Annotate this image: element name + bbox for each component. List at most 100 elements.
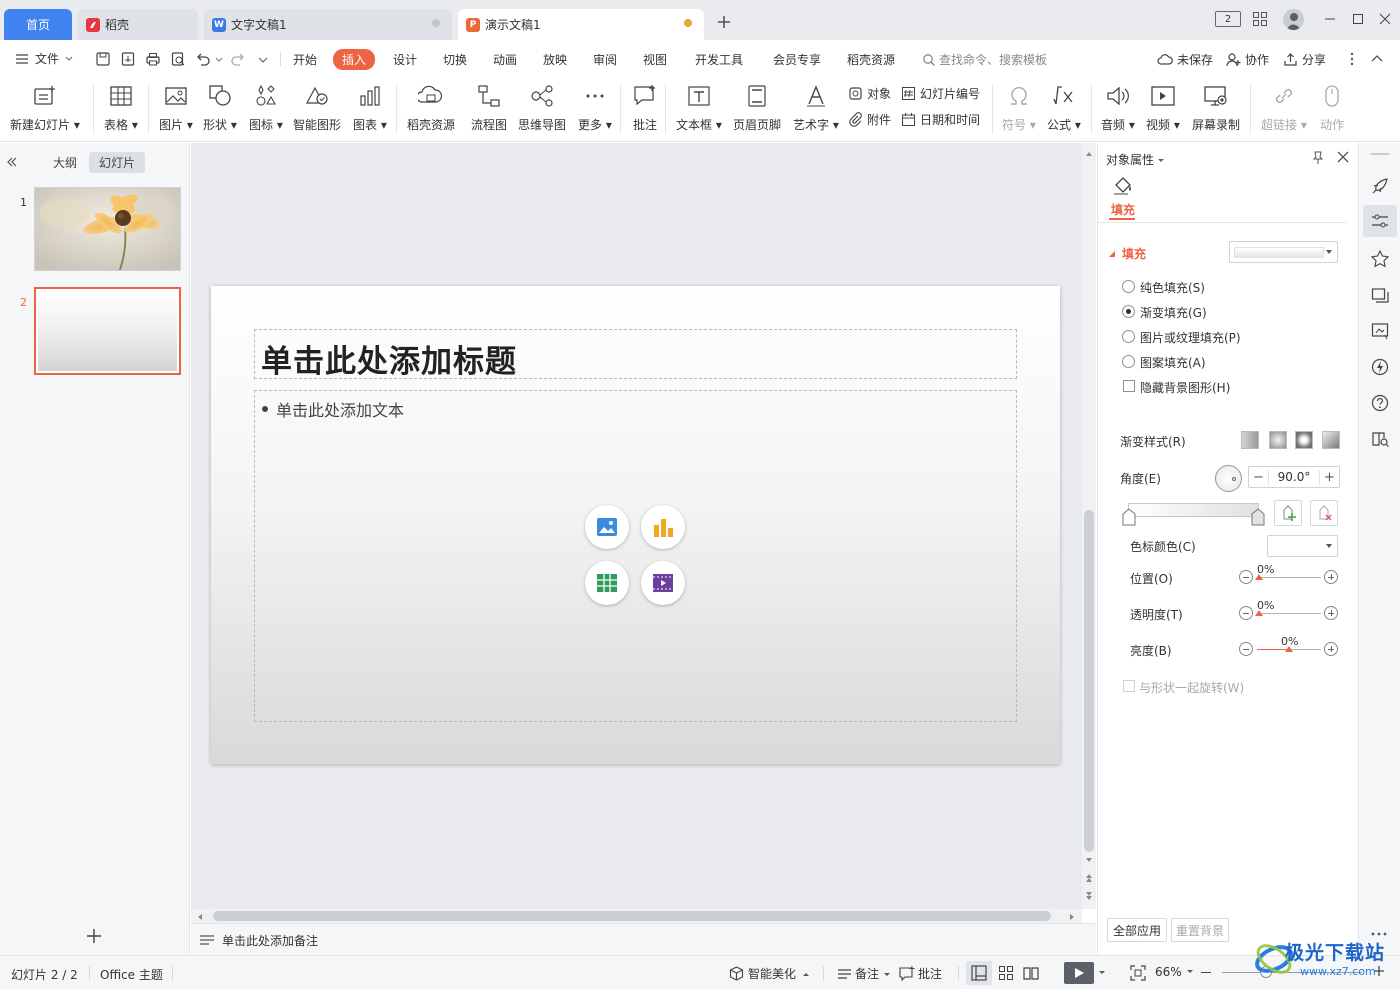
horizontal-scroll-thumb[interactable] <box>213 911 1051 921</box>
scroll-left-icon[interactable] <box>197 913 203 921</box>
wordart-button[interactable]: 艺术字 ▾ <box>793 82 839 133</box>
smart-beautify-icon[interactable] <box>1371 322 1389 340</box>
new-tab-icon[interactable] <box>716 14 732 30</box>
zoom-out-icon[interactable] <box>1201 972 1211 973</box>
hyperlink-button[interactable]: 超链接 ▾ <box>1261 82 1307 133</box>
insert-chart-button[interactable] <box>641 505 685 549</box>
smart-beautify-button[interactable]: 智能美化 <box>729 965 810 982</box>
mindmap-button[interactable]: 思维导图 <box>518 82 566 133</box>
maximize-icon[interactable] <box>1351 12 1365 26</box>
print-preview-icon[interactable] <box>170 51 186 67</box>
attachment-button[interactable]: 附件 <box>848 111 891 128</box>
transparency-increase-button[interactable] <box>1324 606 1338 620</box>
add-stop-button[interactable] <box>1274 500 1302 526</box>
collapse-panel-icon[interactable] <box>6 156 18 168</box>
formula-button[interactable]: 公式 ▾ <box>1047 82 1081 133</box>
theme-name[interactable]: Office 主题 <box>100 966 163 983</box>
menu-review[interactable]: 审阅 <box>593 51 617 68</box>
insert-video-button[interactable] <box>641 561 685 605</box>
save-icon[interactable] <box>95 51 111 67</box>
print-icon[interactable] <box>145 51 161 67</box>
insert-table-button[interactable] <box>585 561 629 605</box>
object-button[interactable]: 对象 <box>848 85 891 102</box>
more-button[interactable]: 更多 ▾ <box>578 82 612 133</box>
slide-sorter-icon[interactable] <box>998 965 1014 981</box>
angle-dial[interactable] <box>1215 465 1242 492</box>
brightness-decrease-button[interactable] <box>1239 642 1253 656</box>
fill-tab[interactable]: 填充 <box>1111 201 1135 218</box>
tab-daoke[interactable]: 稻壳 <box>78 9 198 40</box>
undo-dropdown-icon[interactable] <box>215 51 223 67</box>
menu-design[interactable]: 设计 <box>393 51 417 68</box>
smart-graphic-button[interactable]: 智能图形 <box>293 82 341 133</box>
menu-developer[interactable]: 开发工具 <box>695 51 743 68</box>
play-slideshow-button[interactable] <box>1064 962 1094 984</box>
transition-icon[interactable] <box>1371 286 1389 304</box>
help-icon[interactable] <box>1371 394 1389 412</box>
unsaved-dot-icon[interactable] <box>684 19 692 27</box>
icon-library-button[interactable]: 图标 ▾ <box>249 82 283 133</box>
fill-preset-dropdown[interactable] <box>1229 241 1338 263</box>
slide-thumbnail-2[interactable] <box>34 287 181 375</box>
fit-window-icon[interactable] <box>1130 965 1146 981</box>
properties-title[interactable]: 对象属性 <box>1106 151 1165 168</box>
table-button[interactable]: 表格 ▾ <box>104 82 138 133</box>
tab-presentation[interactable]: P 演示文稿1 <box>458 9 704 40</box>
position-slider[interactable] <box>1257 577 1321 578</box>
scroll-down-icon[interactable] <box>1085 857 1093 863</box>
tab-writer-doc[interactable]: W 文字文稿1 <box>204 9 452 40</box>
multi-window-icon[interactable]: 2 <box>1215 11 1241 27</box>
slide-thumbnail-1[interactable] <box>34 187 181 271</box>
menu-animation[interactable]: 动画 <box>493 51 517 68</box>
app-grid-icon[interactable] <box>1252 11 1268 27</box>
picture-fill-radio[interactable] <box>1122 330 1135 343</box>
comment-button[interactable]: 批注 <box>631 82 659 133</box>
scroll-right-icon[interactable] <box>1069 913 1075 921</box>
chart-button[interactable]: 图表 ▾ <box>353 82 387 133</box>
collaborate-button[interactable]: 协作 <box>1226 51 1269 68</box>
tab-close-icon[interactable] <box>432 19 440 27</box>
shape-button[interactable]: 形状 ▾ <box>203 82 237 133</box>
position-decrease-button[interactable] <box>1239 570 1253 584</box>
gradient-stop-left[interactable] <box>1122 508 1136 526</box>
star-icon[interactable] <box>1371 250 1389 268</box>
gradient-stop-right[interactable] <box>1251 508 1265 526</box>
video-button[interactable]: 视频 ▾ <box>1146 82 1180 133</box>
notes-area[interactable]: 单击此处添加备注 <box>191 923 1096 955</box>
minimize-icon[interactable] <box>1323 12 1337 26</box>
action-button[interactable]: 动作 <box>1318 82 1346 133</box>
menu-view[interactable]: 视图 <box>643 51 667 68</box>
add-slide-icon[interactable] <box>86 928 102 944</box>
pin-icon[interactable] <box>1311 150 1325 164</box>
angle-decrease-button[interactable]: − <box>1249 469 1269 485</box>
insert-picture-button[interactable] <box>585 505 629 549</box>
title-placeholder[interactable]: 单击此处添加标题 <box>254 329 1017 380</box>
menu-daoke-resources[interactable]: 稻壳资源 <box>847 51 895 68</box>
fill-section-header[interactable]: 填充 <box>1108 245 1146 262</box>
textbox-button[interactable]: 文本框 ▾ <box>676 82 722 133</box>
path-gradient-swatch[interactable] <box>1322 431 1340 449</box>
customize-toolbar-icon[interactable] <box>257 51 269 67</box>
reading-view-icon[interactable] <box>1023 965 1039 981</box>
close-panel-icon[interactable] <box>1336 150 1350 164</box>
audio-button[interactable]: 音频 ▾ <box>1101 82 1135 133</box>
content-placeholder[interactable]: 单击此处添加文本 <box>254 390 1017 722</box>
user-avatar[interactable] <box>1283 9 1304 30</box>
pattern-fill-radio[interactable] <box>1122 355 1135 368</box>
tab-outline[interactable]: 大纲 <box>53 154 77 171</box>
comment-toggle[interactable]: 批注 <box>899 965 942 982</box>
more-options-icon[interactable] <box>1349 52 1355 66</box>
gradient-fill-radio[interactable] <box>1122 305 1135 318</box>
flowchart-button[interactable]: 流程图 <box>471 82 507 133</box>
notes-toggle[interactable]: 备注 <box>837 965 891 982</box>
menu-member[interactable]: 会员专享 <box>773 51 821 68</box>
rotate-with-shape-checkbox[interactable] <box>1123 680 1135 692</box>
next-slide-icon[interactable] <box>1085 891 1093 901</box>
current-slide[interactable]: 单击此处添加标题 单击此处添加文本 <box>211 286 1060 764</box>
tab-slides[interactable]: 幻灯片 <box>89 152 146 173</box>
transparency-decrease-button[interactable] <box>1239 606 1253 620</box>
delete-stop-button[interactable] <box>1310 500 1338 526</box>
datetime-button[interactable]: 日期和时间 <box>901 111 980 128</box>
properties-rail-button[interactable] <box>1363 205 1397 237</box>
lightning-icon[interactable] <box>1371 358 1389 376</box>
